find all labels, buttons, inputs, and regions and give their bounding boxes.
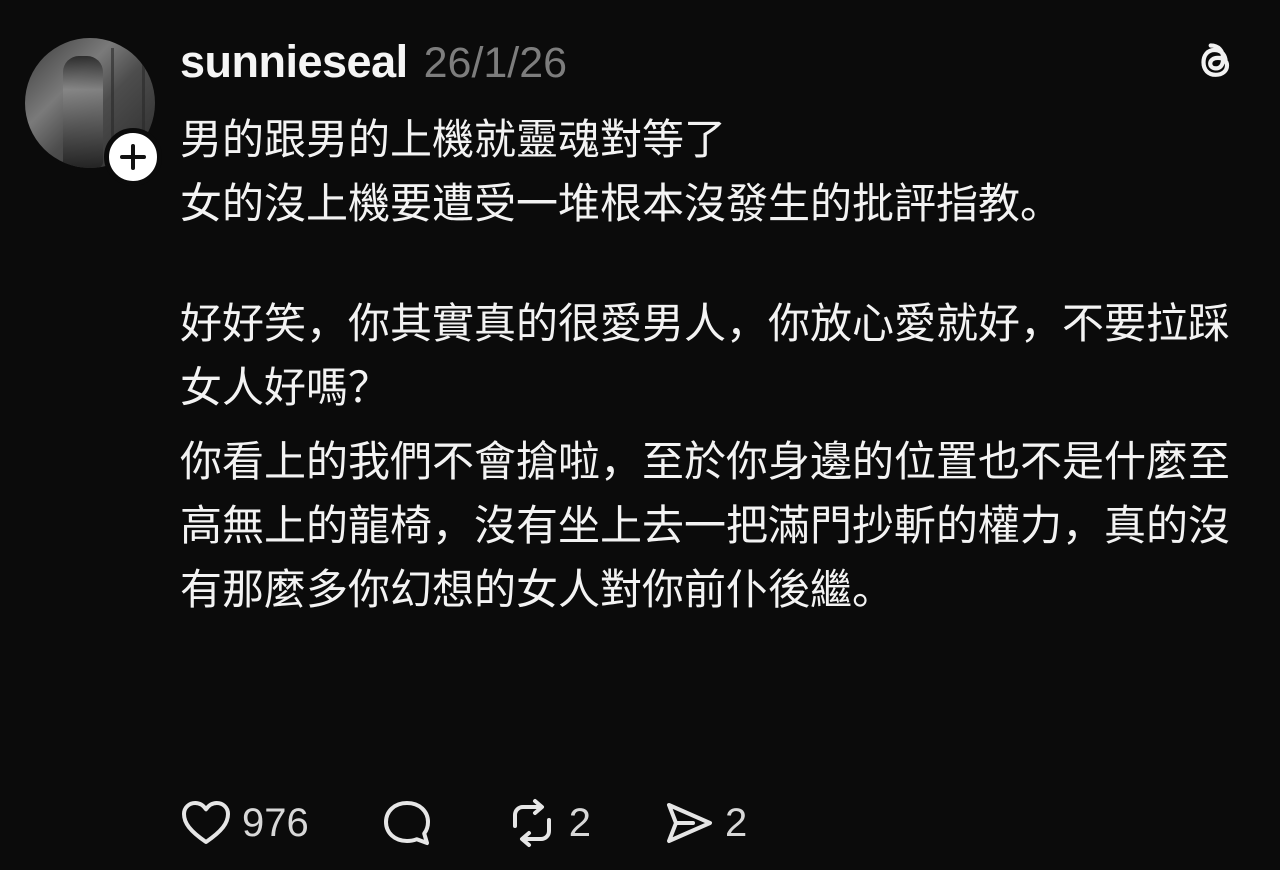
avatar-container[interactable]: [25, 38, 162, 186]
repost-button[interactable]: 2: [505, 798, 591, 848]
threads-logo-icon[interactable]: [1193, 38, 1241, 86]
plus-icon: [120, 144, 146, 170]
username-link[interactable]: sunnieseal: [180, 36, 408, 88]
post-content: 男的跟男的上機就靈魂對等了 女的沒上機要遭受一堆根本沒發生的批評指教。 好好笑，…: [180, 108, 1250, 622]
post-text-line: 女的沒上機要遭受一堆根本沒發生的批評指教。: [180, 179, 1063, 228]
repost-icon: [512, 799, 551, 847]
post-actions-bar: 976 2 2: [180, 796, 747, 850]
repost-count: 2: [568, 800, 591, 845]
post-text-paragraph: 好好笑，你其實真的很愛男人，你放心愛就好，不要拉踩女人好嗎？: [180, 299, 1231, 412]
share-button[interactable]: 2: [663, 799, 747, 847]
like-count: 976: [242, 800, 309, 845]
post-header: sunnieseal 26/1/26: [180, 36, 567, 92]
share-count: 2: [725, 800, 748, 845]
comment-button[interactable]: [381, 798, 433, 848]
post-timestamp[interactable]: 26/1/26: [424, 39, 567, 88]
follow-button[interactable]: [104, 128, 162, 186]
send-icon: [667, 803, 712, 843]
heart-icon: [182, 801, 230, 844]
post-text-line: 男的跟男的上機就靈魂對等了: [180, 115, 727, 164]
avatar-figure: [63, 56, 103, 168]
comment-bubble-icon: [383, 801, 430, 845]
post-text-paragraph: 你看上的我們不會搶啦，至於你身邊的位置也不是什麼至高無上的龍椅，沒有坐上去一把滿…: [180, 437, 1231, 614]
like-button[interactable]: 976: [180, 799, 309, 847]
